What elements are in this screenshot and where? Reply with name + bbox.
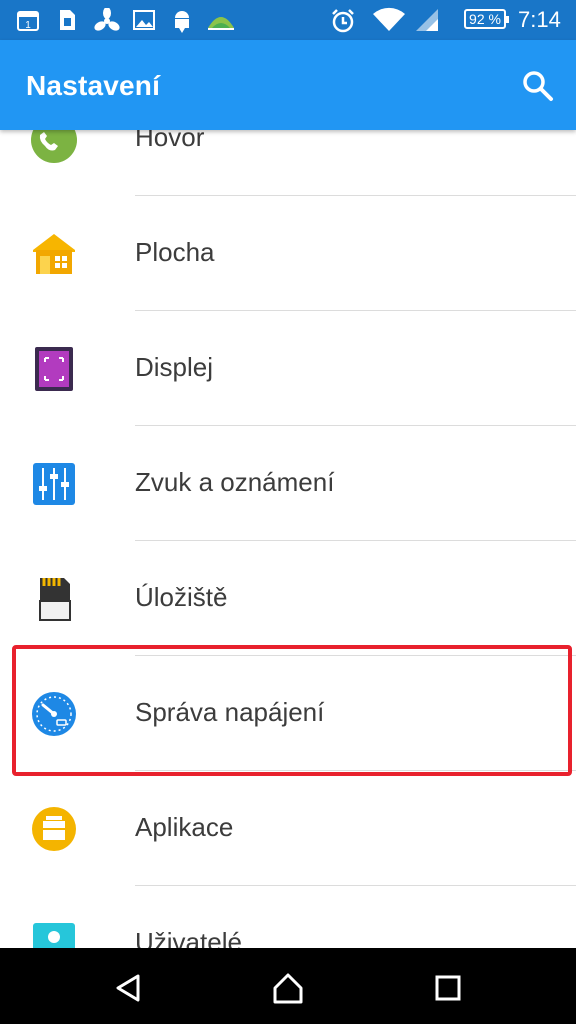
app-bar: Nastavení [0,40,576,130]
settings-item-label: Aplikace [135,812,234,842]
divider [135,655,576,656]
settings-item-sprava-napajeni[interactable]: Správa napájení [0,657,576,772]
settings-item-displej[interactable]: Displej [0,312,576,427]
settings-item-label: Správa napájení [135,697,325,727]
settings-item-plocha[interactable]: Plocha [0,197,576,312]
navigation-bar [0,948,576,1024]
sim-icon [60,10,75,30]
home-icon[interactable] [268,968,308,1008]
users-icon [33,923,75,948]
display-icon [35,347,73,391]
svg-text:1: 1 [25,20,31,31]
divider [135,195,576,196]
apps-icon [32,807,76,851]
search-icon[interactable] [518,66,558,106]
status-bar: 1 92 % 7:14 [0,0,576,40]
power-gauge-icon [32,692,76,736]
settings-item-label: Plocha [135,237,215,267]
sd-card-icon [39,578,71,621]
battery-percent: 92 % [469,11,501,27]
battery-icon: 92 % [464,9,509,29]
settings-item-zvuk[interactable]: Zvuk a oznámení [0,427,576,542]
home-screen-icon [33,234,75,274]
settings-item-hovor[interactable]: Hovor [0,130,576,197]
alarm-icon [332,9,354,33]
settings-item-uloziste[interactable]: Úložiště [0,542,576,657]
fan-icon [94,8,120,31]
sound-sliders-icon [33,463,75,505]
phone-icon [31,130,77,163]
recents-icon[interactable] [428,968,468,1008]
page-title: Nastavení [26,70,161,101]
settings-item-label: Úložiště [135,582,228,612]
image-icon [133,10,155,30]
signal-icon [416,9,438,31]
status-time: 7:14 [518,7,561,32]
divider [135,425,576,426]
settings-item-label: Zvuk a oznámení [135,467,335,497]
divider [135,540,576,541]
back-icon[interactable] [108,968,148,1008]
calendar-icon: 1 [17,11,39,31]
settings-list: Hovor Plocha Displej Zvuk a oznámení Úlo… [0,130,576,948]
wifi-icon [373,7,405,31]
divider [135,770,576,771]
settings-item-label: Hovor [135,130,205,152]
settings-item-label: Displej [135,352,214,382]
android-download-icon [175,11,189,33]
divider [135,310,576,311]
landscape-icon [208,17,234,30]
divider [135,885,576,886]
settings-item-aplikace[interactable]: Aplikace [0,772,576,887]
settings-item-uzivatele[interactable]: Uživatelé [0,887,576,948]
settings-item-label: Uživatelé [135,927,242,948]
